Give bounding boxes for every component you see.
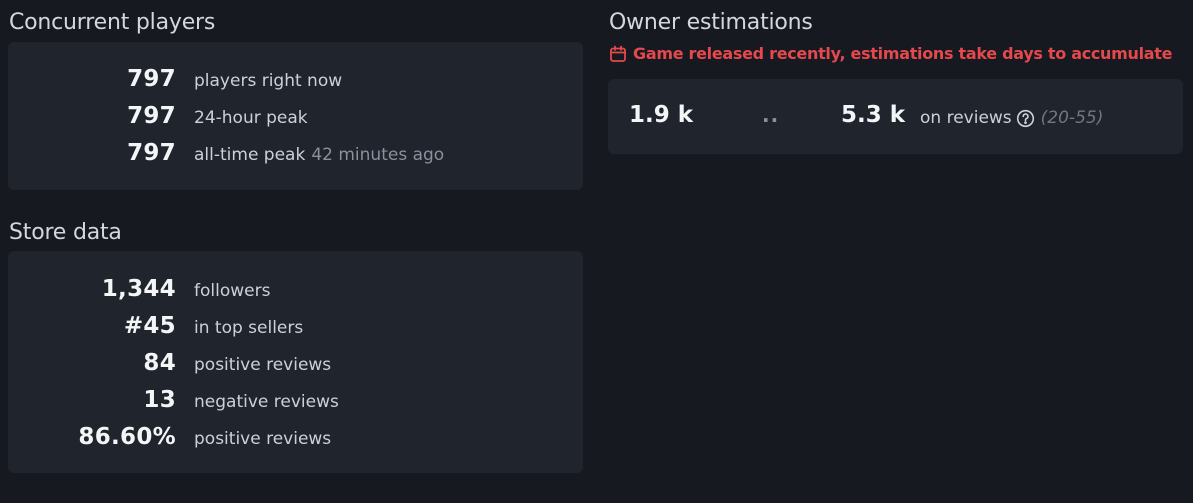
peak-time-ago[interactable]: 42 minutes ago — [311, 145, 444, 165]
stat-label: positive reviews — [194, 355, 332, 375]
stat-row-top-sellers: #45 in top sellers — [8, 313, 303, 339]
stat-label: negative reviews — [194, 392, 339, 412]
stat-value: 797 — [127, 103, 176, 129]
calendar-icon — [609, 45, 633, 63]
concurrent-players-panel: 797 players right now 797 24-hour peak 7… — [8, 42, 583, 190]
owners-low-estimate: 1.9 k — [629, 102, 694, 128]
warning-text: Game released recently, estimations take… — [633, 44, 1173, 63]
stat-label: all-time peak — [194, 145, 306, 165]
stat-value: 797 — [127, 140, 176, 166]
stat-row-players-now: 797 players right now — [8, 66, 342, 92]
stat-label: players right now — [194, 71, 343, 91]
stat-row-positive-percent: 86.60% positive reviews — [8, 424, 331, 450]
estimation-method: on reviews (20-55) — [920, 108, 1103, 128]
stat-row-negative-reviews: 13 negative reviews — [8, 387, 339, 413]
owner-estimations-title: Owner estimations — [609, 10, 813, 35]
stat-value: 797 — [127, 66, 176, 92]
owners-high-estimate: 5.3 k — [841, 102, 906, 128]
stat-row-all-time-peak: 797 all-time peak 42 minutes ago — [8, 140, 444, 166]
stat-value: #45 — [123, 313, 176, 339]
stat-label: in top sellers — [194, 318, 304, 338]
stat-label: followers — [194, 281, 271, 301]
concurrent-players-title: Concurrent players — [9, 10, 216, 35]
stat-value: 86.60% — [78, 424, 176, 450]
stat-value: 13 — [143, 387, 176, 413]
estimation-method-label: on reviews — [920, 108, 1012, 128]
stat-row-followers: 1,344 followers — [8, 276, 271, 302]
stat-label: 24-hour peak — [194, 108, 308, 128]
store-data-panel: 1,344 followers #45 in top sellers 84 po… — [8, 251, 583, 473]
stat-value: 1,344 — [101, 276, 176, 302]
stat-row-positive-reviews: 84 positive reviews — [8, 350, 331, 376]
question-circle-icon[interactable] — [1016, 109, 1035, 128]
stat-row-24h-peak: 797 24-hour peak — [8, 103, 308, 129]
recent-release-warning: Game released recently, estimations take… — [609, 44, 1173, 63]
range-separator: .. — [762, 103, 780, 127]
review-count-range: (20-55) — [1040, 108, 1104, 128]
store-data-title: Store data — [9, 220, 122, 245]
stat-label: positive reviews — [194, 429, 332, 449]
stat-value: 84 — [143, 350, 176, 376]
